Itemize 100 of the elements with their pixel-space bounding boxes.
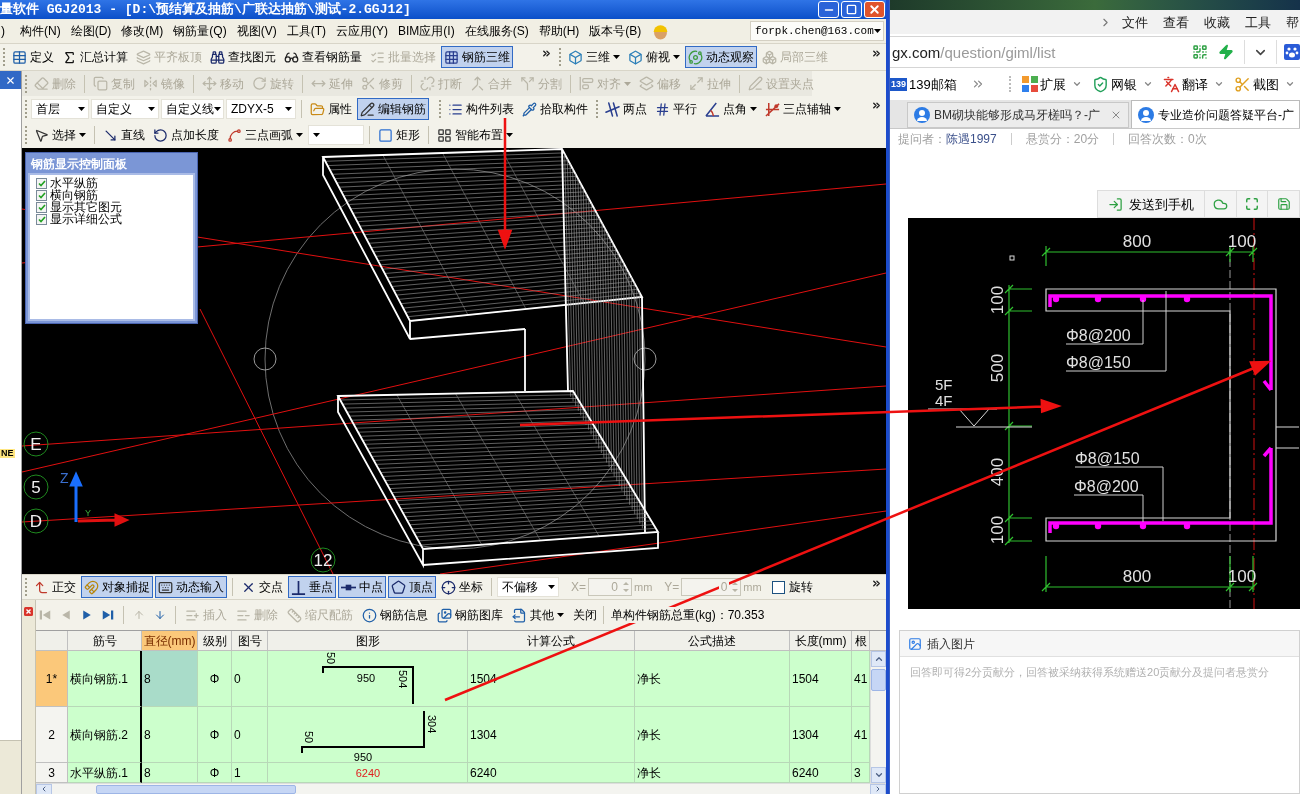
column-header[interactable]: 筋号 xyxy=(68,631,142,651)
dropdown-field[interactable]: 不偏移 xyxy=(497,577,559,597)
toolbar-button[interactable]: 直线 xyxy=(100,124,148,146)
toolbar-button[interactable]: 中点 xyxy=(338,576,386,598)
lightning-icon[interactable] xyxy=(1218,44,1234,60)
column-header[interactable]: 计算公式 xyxy=(468,631,635,651)
close-icon[interactable] xyxy=(24,607,33,616)
toolbar-button[interactable]: 拾取构件 xyxy=(519,98,591,120)
dropdown-button[interactable]: 点角 xyxy=(702,98,760,120)
column-header[interactable]: 直径(mm) xyxy=(142,631,198,651)
qr-code-icon[interactable] xyxy=(1192,44,1208,60)
account-dropdown[interactable]: forpk.chen@163.com xyxy=(750,21,884,41)
toolbar-button[interactable]: 对象捕捉 xyxy=(81,576,153,598)
orbit-handle[interactable] xyxy=(633,347,657,371)
menu-item[interactable]: 查看 xyxy=(1163,15,1204,29)
menu-item[interactable]: 构件(N) xyxy=(15,25,66,37)
checkbox[interactable] xyxy=(36,213,47,225)
toolbar-grip[interactable] xyxy=(3,48,6,66)
menu-item[interactable]: 收藏 xyxy=(1204,15,1245,29)
dropdown-button[interactable]: 三维 xyxy=(565,46,623,68)
menu-item[interactable]: 帮 xyxy=(1286,15,1300,29)
dropdown-field[interactable] xyxy=(308,125,364,145)
asker-link[interactable]: 陈遇1997 xyxy=(946,132,997,145)
avatar-icon[interactable] xyxy=(652,22,670,40)
dropdown-field[interactable]: 自定义 xyxy=(91,99,159,119)
dropdown-field[interactable]: 自定义线 xyxy=(161,99,224,119)
column-header[interactable]: 级别 xyxy=(198,631,232,651)
checkbox[interactable] xyxy=(36,177,47,189)
dropdown-button[interactable]: 选择 xyxy=(31,124,89,146)
insert-image-button[interactable]: 插入图片 xyxy=(908,636,975,651)
toolbar-button[interactable]: 点加长度 xyxy=(150,124,222,146)
toolbar-grip[interactable] xyxy=(596,100,599,118)
column-header[interactable]: 图形 xyxy=(268,631,468,651)
menu-item[interactable]: 修改(M) xyxy=(116,25,169,37)
toolbar-button[interactable]: 查找图元 xyxy=(207,46,279,68)
dropdown-button[interactable]: 智能布置 xyxy=(434,124,516,146)
toolbar-button[interactable]: 顶点 xyxy=(388,576,436,598)
browser-tab[interactable]: BM砌块能够形成马牙槎吗？-广 xyxy=(907,102,1129,128)
toolbar-button[interactable]: 坐标 xyxy=(438,576,486,598)
dropdown-field[interactable]: 首层 xyxy=(31,99,89,119)
toolbar-grip[interactable] xyxy=(25,100,28,118)
bookmark-link[interactable]: 139邮箱 xyxy=(909,77,957,91)
scroll-up-button[interactable] xyxy=(871,651,886,667)
toolbar-button[interactable]: 钢筋信息 xyxy=(359,604,431,626)
checkbox[interactable] xyxy=(36,189,47,201)
toolbar-button[interactable]: 钢筋三维 xyxy=(441,46,513,68)
scrollbar[interactable] xyxy=(870,651,886,783)
dropdown-button[interactable]: 三点画弧 xyxy=(224,124,306,146)
maximize-button[interactable] xyxy=(841,1,862,18)
minimize-button[interactable] xyxy=(818,1,839,18)
column-header[interactable]: 根 xyxy=(852,631,870,651)
menu-item[interactable]: 工具 xyxy=(1245,15,1286,29)
close-button[interactable] xyxy=(864,1,885,18)
column-header[interactable]: 公式描述 xyxy=(635,631,790,651)
toolbar-grip[interactable] xyxy=(559,48,562,66)
scrollbar-thumb[interactable] xyxy=(871,669,886,691)
column-header[interactable]: 图号 xyxy=(232,631,268,651)
panel-close-button[interactable] xyxy=(0,71,21,89)
scroll-right-button[interactable] xyxy=(870,783,886,794)
menu-item[interactable]: 工具(T) xyxy=(281,25,331,37)
toolbar-button[interactable]: 定义 xyxy=(9,46,57,68)
toolbar-button[interactable]: 平行 xyxy=(652,98,700,120)
toolbar-button[interactable]: 汇总计算 xyxy=(59,46,131,68)
browser-tab[interactable]: 专业造价问题答疑平台-广 xyxy=(1131,100,1300,128)
menu-item[interactable]: 云应用(Y) xyxy=(331,25,393,37)
row-header[interactable]: 1* xyxy=(36,651,68,707)
menu-item[interactable]: 帮助(H) xyxy=(533,25,585,37)
menu-item[interactable]: 版本号(B) xyxy=(584,25,647,37)
toolbar-button[interactable]: 动态输入 xyxy=(155,576,227,598)
scrollbar[interactable] xyxy=(36,783,886,794)
orbit-handle[interactable] xyxy=(253,347,277,371)
toolbar-grip[interactable] xyxy=(25,578,28,596)
address-field[interactable]: gx.com/question/giml/list xyxy=(890,44,1192,60)
scrollbar-thumb[interactable] xyxy=(96,784,296,794)
toolbar-button[interactable]: 构件列表 xyxy=(445,98,517,120)
toolbar-button[interactable]: 查看钢筋量 xyxy=(281,46,365,68)
close-icon[interactable] xyxy=(1110,109,1122,121)
toolbar-button[interactable]: 矩形 xyxy=(375,124,423,146)
dropdown-field[interactable]: ZDYX-5 xyxy=(226,99,296,119)
checkbox[interactable] xyxy=(771,580,785,594)
scroll-left-button[interactable] xyxy=(36,783,52,794)
menu-item[interactable]: 视图(V) xyxy=(231,25,282,37)
scroll-down-button[interactable] xyxy=(871,767,886,783)
toolbar-button[interactable]: 截图 xyxy=(1233,75,1295,93)
toolbar-button[interactable]: 垂点 xyxy=(288,576,336,598)
menu-item[interactable]: 文件 xyxy=(1122,15,1163,29)
dropdown-button[interactable]: 俯视 xyxy=(625,46,683,68)
toolbar-button[interactable]: 交点 xyxy=(238,576,286,598)
checkbox[interactable] xyxy=(36,201,47,213)
toolbar-button[interactable]: 动态观察 xyxy=(685,46,757,68)
send-to-phone-button[interactable]: 发送到手机 xyxy=(1098,191,1205,217)
toolbar-button[interactable]: 属性 xyxy=(307,98,355,120)
menu-item[interactable]: 绘图(D) xyxy=(65,25,117,37)
row-header[interactable]: 2 xyxy=(36,707,68,763)
toolbar-button[interactable]: 编辑钢筋 xyxy=(357,98,429,120)
toolbar-button[interactable]: 关闭 xyxy=(570,604,600,626)
paw-icon[interactable] xyxy=(1284,44,1300,60)
menu-item[interactable]: ) xyxy=(0,25,15,37)
toolbar-grip[interactable] xyxy=(25,126,28,144)
toolbar-button[interactable]: 钢筋图库 xyxy=(434,604,506,626)
